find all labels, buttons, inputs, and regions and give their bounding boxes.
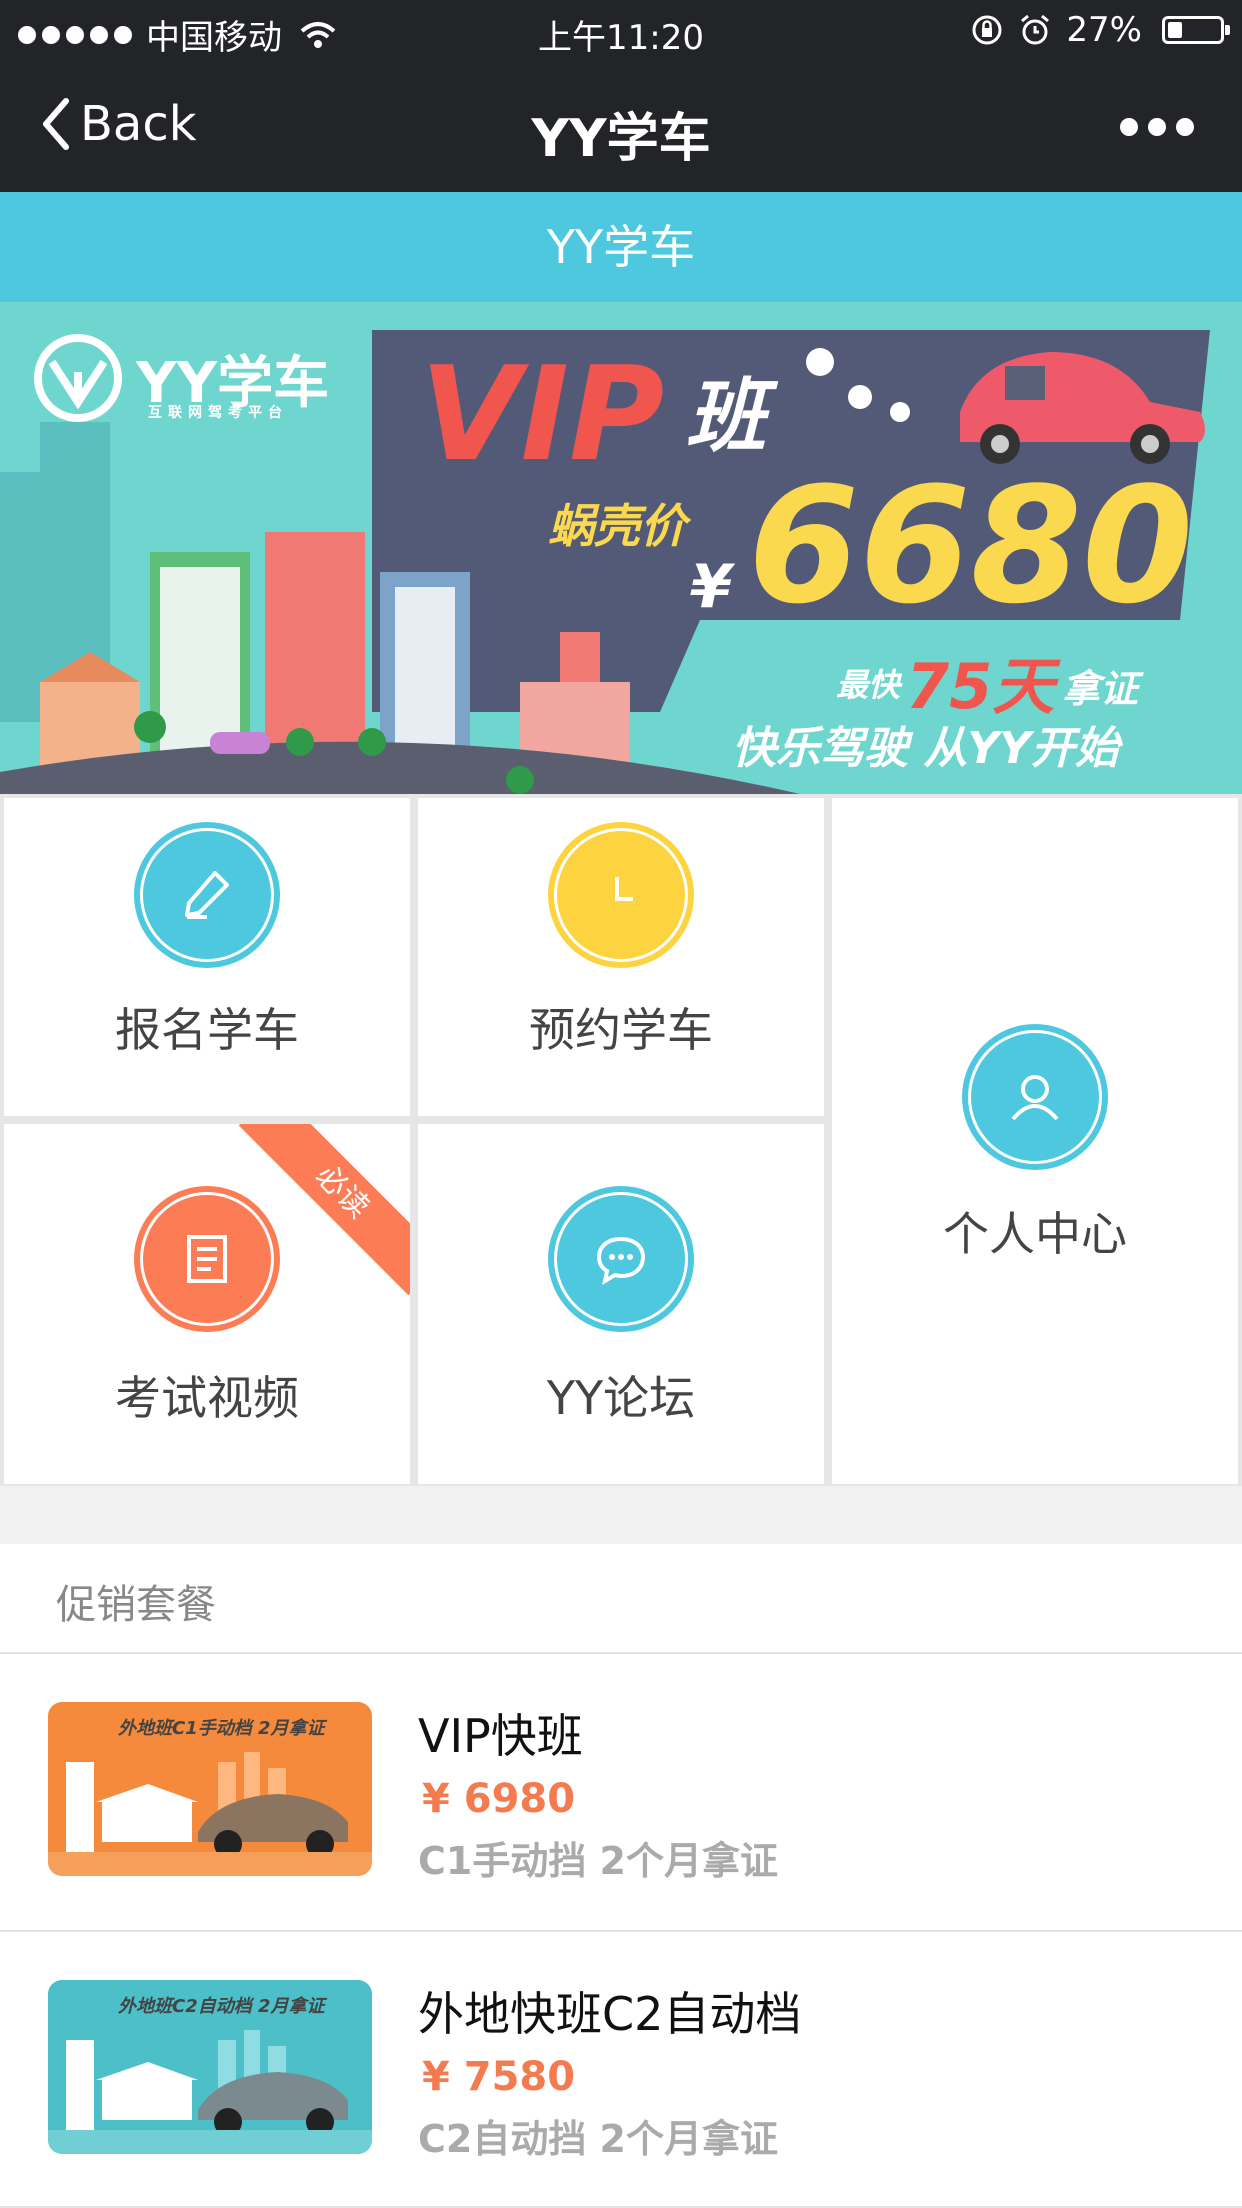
menu-exam-video-label: 考试视频	[115, 1371, 299, 1425]
pencil-icon	[185, 871, 229, 919]
promo-banner[interactable]: YY学车 互联网驾考平台 VIP 班 蜗壳价 ¥ 6680 最快 75天 拿证 …	[0, 302, 1242, 794]
alarm-icon	[1021, 14, 1050, 45]
battery-fill	[1168, 22, 1182, 38]
menu-signup[interactable]: 报名学车	[4, 798, 410, 1116]
promo-desc: C2自动挡 2个月拿证	[418, 2117, 778, 2161]
page-header: YY学车	[0, 192, 1242, 302]
promo-price: ¥ 6980	[422, 1776, 576, 1822]
chat-bubble-icon	[596, 1236, 646, 1286]
banner-tagline: 互联网驾考平台	[148, 405, 288, 421]
battery-percent: 27%	[1066, 10, 1142, 50]
promo-thumbnail: 外地班C2自动档 2月拿证	[48, 1980, 372, 2154]
status-right: 27%	[970, 10, 1230, 50]
menu-booking-label: 预约学车	[529, 1003, 713, 1057]
document-icon	[187, 1235, 227, 1283]
user-icon	[1011, 1075, 1059, 1121]
promo-name: VIP快班	[418, 1709, 583, 1763]
promo-price: ¥ 7580	[422, 2054, 576, 2100]
menu-exam-video[interactable]: 考试视频 必读	[4, 1124, 410, 1484]
nav-title: YY学车	[531, 109, 711, 169]
banner-price: 6680	[748, 452, 1194, 639]
banner-slogan: 快乐驾驶 从YY开始	[732, 723, 1120, 774]
menu-signup-label: 报名学车	[115, 1003, 299, 1057]
promo-item-vip[interactable]: 外地班C1手动档 2月拿证 VIP快班 ¥ 6980 C1手动挡 2个月拿证	[0, 1654, 1242, 1930]
banner-class: 班	[686, 370, 766, 463]
thumbnail-caption: 外地班C1手动档 2月拿证	[118, 1718, 325, 1739]
promo-desc: C1手动挡 2个月拿证	[418, 1839, 778, 1883]
promo-thumbnail: 外地班C1手动档 2月拿证	[48, 1702, 372, 1876]
banner-currency: ¥	[690, 552, 732, 622]
feature-grid: 报名学车 预约学车 个人中心 考试视频 必读 YY论坛	[0, 794, 1242, 1486]
more-dot-icon	[1120, 118, 1138, 136]
nav-bar: Back YY学车	[0, 62, 1242, 192]
menu-forum[interactable]: YY论坛	[418, 1124, 824, 1484]
menu-signup-circle	[134, 822, 280, 968]
menu-forum-circle	[548, 1186, 694, 1332]
status-bar: 中国移动 上午11:20 27%	[0, 0, 1242, 62]
promo-section: 促销套餐 外地班C1手动档 2月拿证 VIP快班 ¥ 6980 C1手动挡 2个…	[0, 1544, 1242, 2208]
menu-profile-circle	[962, 1024, 1108, 1170]
banner-price-label: 蜗壳价	[548, 499, 686, 553]
promo-name: 外地快班C2自动档	[418, 1987, 802, 2041]
menu-profile-label: 个人中心	[943, 1207, 1127, 1261]
thumbnail-caption: 外地班C2自动档 2月拿证	[118, 1996, 325, 2017]
promo-item-c2[interactable]: 外地班C2自动档 2月拿证 外地快班C2自动档 ¥ 7580 C2自动挡 2个月…	[0, 1932, 1242, 2208]
promo-section-title: 促销套餐	[56, 1582, 216, 1628]
menu-exam-video-circle	[134, 1186, 280, 1332]
battery-icon	[1162, 16, 1230, 44]
menu-booking-circle	[548, 822, 694, 968]
menu-booking[interactable]: 预约学车	[418, 798, 824, 1116]
banner-cert: 拿证	[1062, 667, 1139, 711]
more-dot-icon	[1176, 118, 1194, 136]
clock-icon	[615, 877, 633, 901]
menu-profile[interactable]: 个人中心	[832, 798, 1238, 1484]
menu-forum-label: YY论坛	[546, 1371, 696, 1425]
banner-vip: VIP	[420, 338, 665, 490]
more-button[interactable]	[1120, 118, 1194, 136]
more-dot-icon	[1148, 118, 1166, 136]
banner-fastest: 最快	[836, 666, 901, 704]
orientation-lock-icon	[972, 15, 1002, 45]
